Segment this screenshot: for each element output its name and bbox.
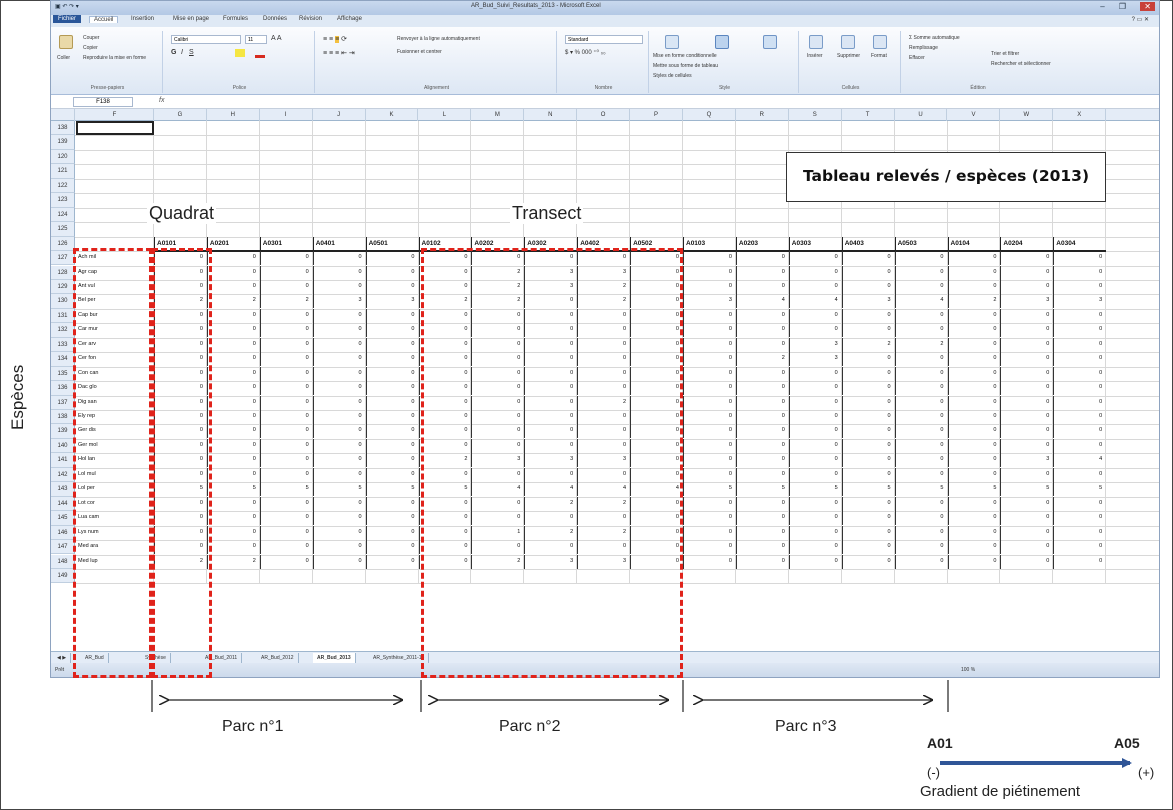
parc2-label: Parc n°2: [499, 718, 561, 735]
gradient-start-label: A01: [927, 735, 953, 751]
annotation-overlay: [151, 680, 1132, 768]
parc3-label: Parc n°3: [775, 718, 837, 735]
parc1-label: Parc n°1: [222, 718, 284, 735]
gradient-end-label: A05: [1114, 735, 1140, 751]
gradient-plus-label: (+): [1138, 765, 1155, 780]
gradient-label: Gradient de piétinement: [920, 783, 1081, 800]
gradient-minus-label: (-): [927, 765, 940, 780]
